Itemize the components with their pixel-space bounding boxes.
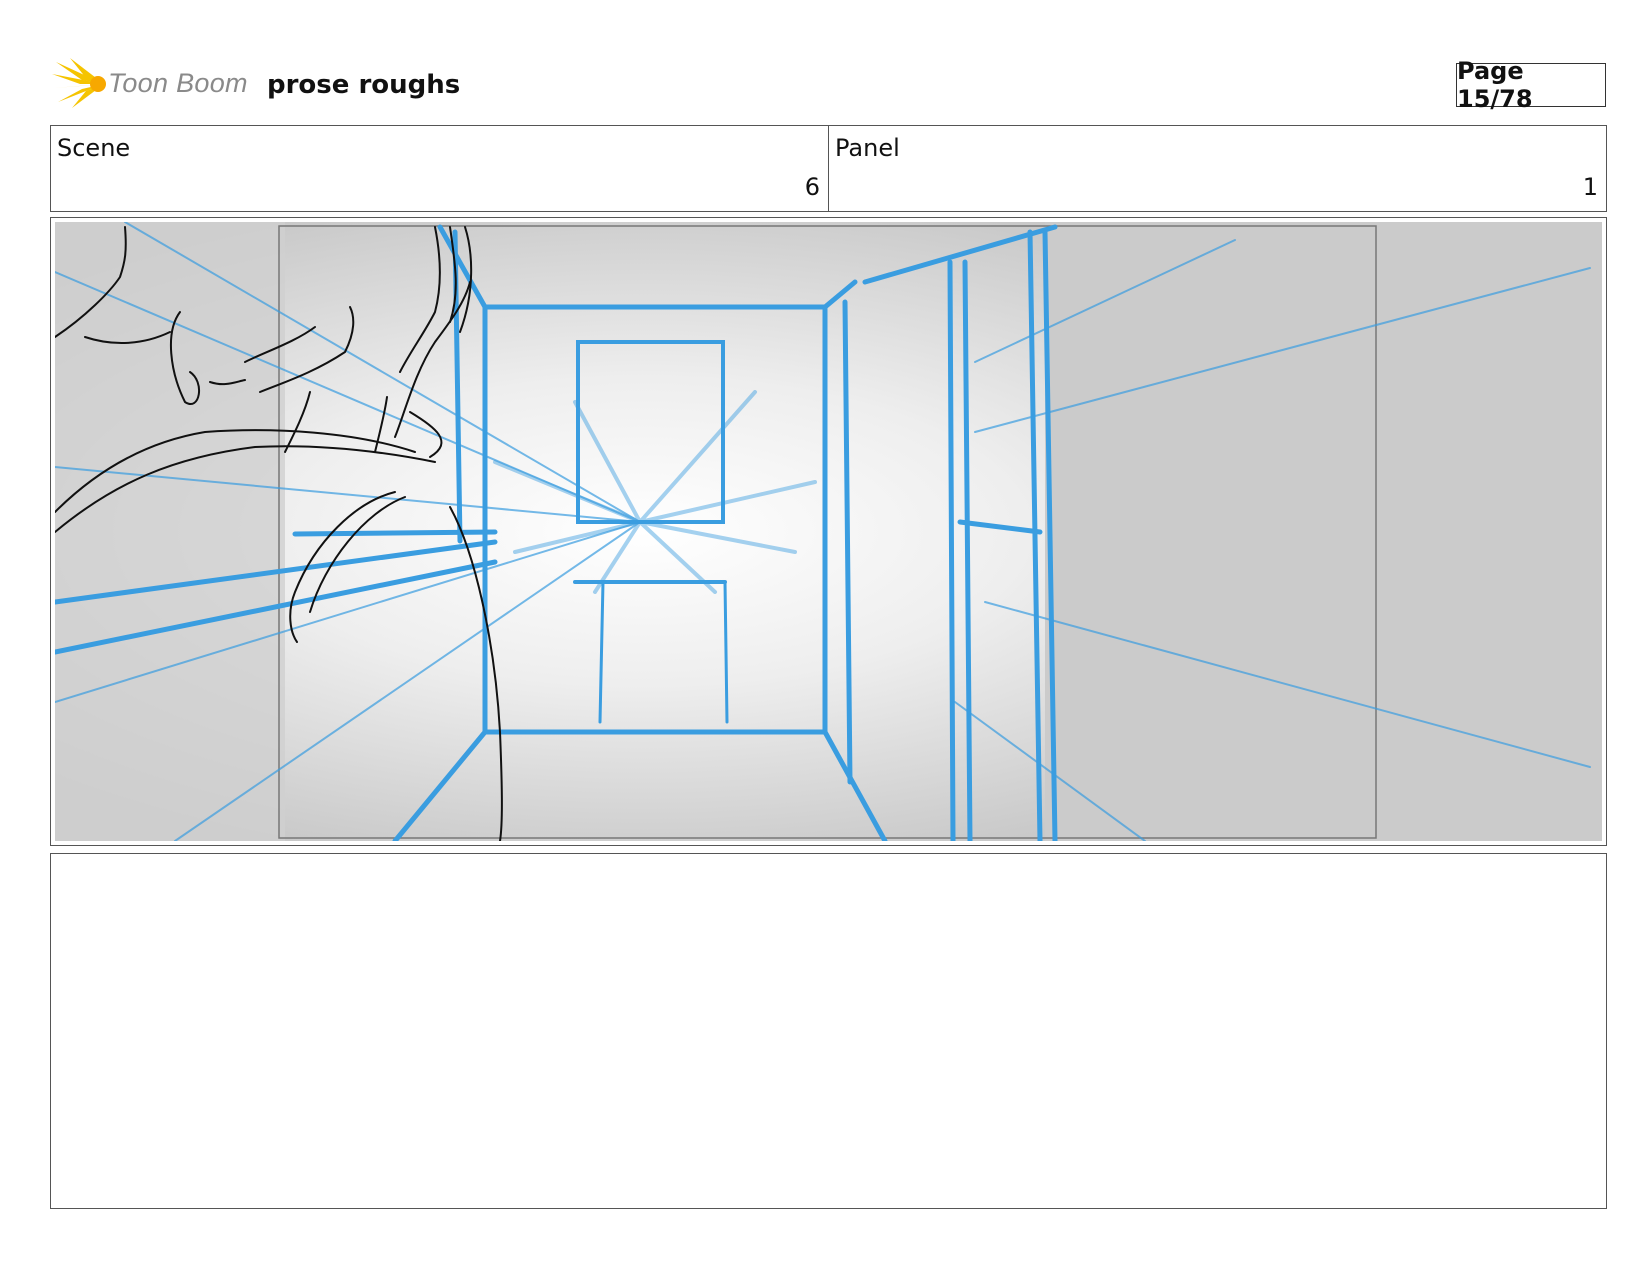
page-label: Page 15/78	[1457, 57, 1533, 113]
panel-notes-box[interactable]	[50, 853, 1607, 1209]
storyboard-panel-frame	[50, 217, 1607, 846]
storyboard-sketch	[55, 222, 1602, 841]
left-wall-shading	[55, 222, 285, 841]
sunburst-logo-icon	[52, 58, 106, 108]
panel-label: Panel	[835, 134, 900, 162]
scene-label: Scene	[57, 134, 131, 162]
scene-panel-info-row: Scene 6 Panel 1	[50, 125, 1607, 212]
logo-text: Toon Boom	[108, 68, 248, 98]
page-number-box: Page 15/78	[1456, 57, 1606, 113]
toon-boom-logo: Toon Boom	[52, 56, 252, 110]
panel-cell: Panel 1	[829, 126, 1606, 211]
panel-value: 1	[1582, 173, 1598, 201]
scene-cell: Scene 6	[51, 126, 829, 211]
scene-value: 6	[804, 173, 820, 201]
project-title: prose roughs	[267, 70, 461, 100]
page-header: Toon Boom prose roughs	[52, 56, 1612, 112]
